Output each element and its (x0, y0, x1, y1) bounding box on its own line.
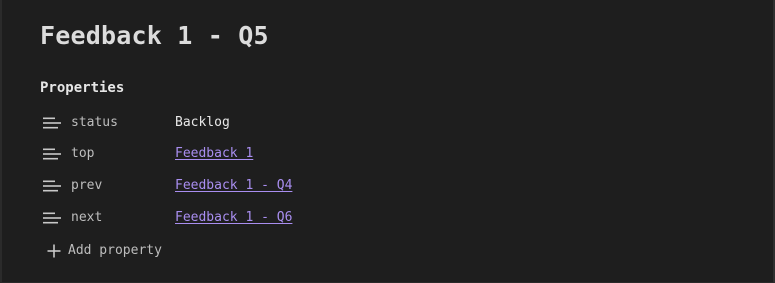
add-property-button[interactable]: Add property (46, 241, 162, 261)
property-row-next[interactable]: next Feedback 1 - Q6 (42, 208, 742, 228)
plus-icon (46, 243, 62, 259)
note-view: Feedback 1 - Q5 Properties status Backlo… (0, 0, 775, 283)
text-lines-icon (42, 179, 62, 193)
page-title[interactable]: Feedback 1 - Q5 (40, 20, 269, 52)
property-key[interactable]: status (71, 114, 175, 132)
text-lines-icon (42, 116, 62, 130)
property-key[interactable]: top (71, 145, 175, 163)
property-value[interactable]: Backlog (175, 114, 230, 132)
property-row-status[interactable]: status Backlog (42, 113, 742, 133)
text-lines-icon (42, 211, 62, 225)
property-link[interactable]: Feedback 1 - Q6 (175, 209, 292, 227)
property-row-top[interactable]: top Feedback 1 (42, 144, 742, 164)
add-property-label: Add property (68, 243, 162, 258)
property-link[interactable]: Feedback 1 (175, 145, 253, 163)
properties-heading: Properties (40, 80, 125, 96)
property-link[interactable]: Feedback 1 - Q4 (175, 177, 292, 195)
property-key[interactable]: next (71, 209, 175, 227)
property-row-prev[interactable]: prev Feedback 1 - Q4 (42, 176, 742, 196)
text-lines-icon (42, 147, 62, 161)
property-key[interactable]: prev (71, 177, 175, 195)
